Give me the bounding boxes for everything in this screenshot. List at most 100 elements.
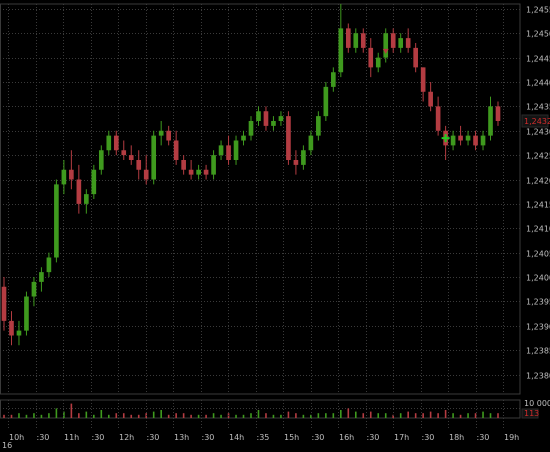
volume-bar (167, 414, 170, 418)
price-tick-label: 1,2390 (526, 323, 550, 332)
candle-body (91, 169, 97, 195)
candle-body (271, 121, 276, 126)
volume-bar (489, 413, 492, 418)
candle-body (31, 281, 37, 297)
volume-bar (280, 414, 282, 418)
volume-bar (444, 410, 447, 418)
candle-body (390, 33, 396, 48)
volume-bar (459, 414, 462, 418)
candle-body (166, 130, 171, 141)
candle-body (405, 38, 411, 48)
candle-body (61, 169, 67, 185)
volume-bar (205, 414, 207, 418)
volume-bar (302, 414, 305, 418)
candle-body (473, 135, 478, 146)
time-tick-label: :30 (312, 433, 325, 442)
current-price-label: 1,2432 (524, 117, 550, 126)
time-tick-label: 12h (119, 433, 134, 442)
volume-bar (152, 411, 155, 418)
candle-body (16, 330, 22, 336)
time-tick-label: :30 (367, 433, 380, 442)
volume-bar (137, 414, 140, 418)
price-tick-label: 1,2450 (526, 30, 550, 39)
date-label: 16 (2, 441, 12, 448)
candle-body (128, 155, 134, 160)
candle-body (211, 155, 216, 175)
price-tick-label: 1,2385 (526, 347, 550, 356)
candle-body (488, 106, 493, 136)
volume-bar (467, 413, 469, 418)
volume-bar (78, 413, 80, 418)
candle-body (158, 130, 164, 136)
price-tick-label: 1,2410 (526, 225, 550, 234)
volume-bar (100, 410, 103, 418)
price-tick-label: 1,2420 (526, 177, 550, 186)
chart-canvas[interactable]: 1,2455 1,2450 1,2445 1,2440 1,2435 1,2430 1,24… (0, 0, 550, 450)
volume-bar (3, 414, 5, 418)
candle-body (121, 150, 127, 156)
candle-body (383, 33, 389, 58)
candle-body (375, 57, 381, 68)
candle-body (248, 121, 254, 136)
volume-bar (317, 413, 320, 418)
price-tick-label: 1,2405 (526, 250, 550, 259)
candle-body (293, 160, 299, 165)
price-tick-label: 1,2380 (526, 372, 550, 381)
volume-bar (354, 411, 357, 418)
price-tick-label: 1,2445 (526, 55, 550, 64)
volume-bar (347, 408, 350, 418)
candle-body (286, 116, 291, 160)
candle-body (226, 145, 231, 160)
price-tick-label: 1,2395 (526, 298, 550, 307)
candle-body (278, 116, 284, 121)
candle-body (136, 160, 142, 170)
candle-body (9, 320, 14, 336)
volume-bar (384, 413, 387, 418)
candle-body (233, 140, 239, 160)
price-tick-label: 1,2425 (526, 152, 550, 161)
volume-bar (287, 411, 290, 418)
candle-body (301, 150, 306, 165)
volume-bar (325, 413, 327, 418)
candle-body (113, 135, 119, 151)
time-tick-label: 17h (394, 433, 409, 442)
volume-bar (10, 414, 13, 418)
time-tick-label: 11h (64, 433, 79, 442)
candle-body (353, 33, 359, 48)
volume-bar (175, 413, 177, 418)
volume-bar (272, 414, 275, 418)
volume-bar (182, 413, 185, 418)
time-tick-label: :30 (37, 433, 50, 442)
candle-body (368, 47, 374, 68)
candle-body (256, 111, 261, 121)
candle-body (143, 169, 149, 180)
candle-body (54, 184, 59, 258)
time-tick-label: 14h (229, 433, 244, 442)
candle-body (450, 135, 456, 146)
volume-bar (242, 414, 245, 418)
price-tick-label: 1,2430 (526, 128, 550, 137)
candle-body (69, 169, 74, 180)
candle-body (338, 28, 344, 73)
candle-body (435, 106, 441, 131)
volume-bar (414, 413, 417, 418)
candle-body (465, 135, 471, 141)
price-tick-label: 1,2415 (526, 201, 550, 210)
price-tick-label: 1,2400 (526, 274, 550, 283)
candle-body (106, 135, 112, 151)
volume-bar (235, 414, 237, 418)
candle-body (263, 111, 269, 126)
candle-body (1, 286, 7, 321)
volume-bar (18, 413, 20, 418)
candle-body (323, 86, 329, 117)
candle-body (39, 272, 44, 282)
candlestick-chart[interactable]: 1,2455 1,2450 1,2445 1,2440 1,2435 1,2430 1,24… (0, 0, 550, 450)
volume-bar (257, 410, 260, 418)
time-tick-label: :30 (422, 433, 435, 442)
time-tick-label: 19h (504, 433, 519, 442)
candle-body (196, 169, 201, 175)
volume-bar (122, 413, 125, 418)
volume-bar (107, 414, 110, 418)
volume-bar (482, 411, 484, 418)
volume-tick-label: 10 000 (524, 399, 550, 408)
